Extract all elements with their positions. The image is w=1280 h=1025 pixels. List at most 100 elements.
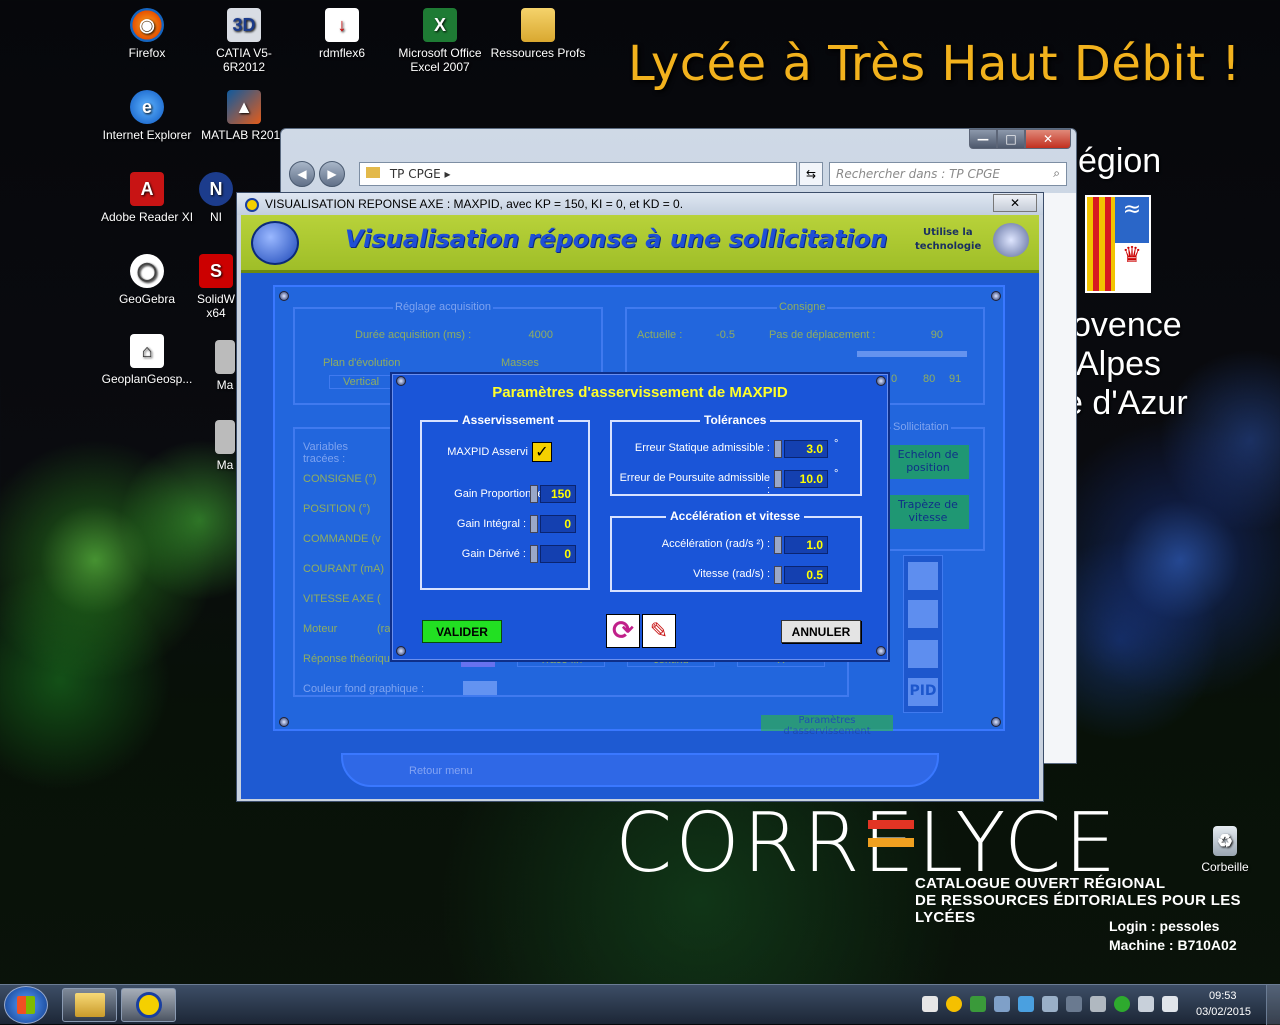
desktop-icon-ni[interactable]: N NI xyxy=(196,172,236,224)
network-icon[interactable] xyxy=(1042,996,1058,1012)
erreur-statique-field[interactable]: 3.0 xyxy=(784,440,828,458)
search-icon: ⌕ xyxy=(1053,166,1060,180)
header-title: Visualisation réponse à une sollicitatio… xyxy=(345,225,888,253)
grid-tool-icon[interactable] xyxy=(908,562,938,590)
consigne-title: Consigne xyxy=(777,301,828,313)
rivet xyxy=(991,717,1001,727)
maxpid-asservi-checkbox[interactable]: ✓ xyxy=(532,442,552,462)
pid-parameters-dialog[interactable]: Paramètres d'asservissement de MAXPID As… xyxy=(390,372,890,662)
language-icon[interactable] xyxy=(922,996,938,1012)
excel-icon: X xyxy=(423,8,457,42)
clock-time[interactable]: 09:53 xyxy=(1209,990,1237,1002)
wallpaper-slogan: Lycée à Très Haut Débit ! xyxy=(628,36,1241,92)
desktop-icon-matlab[interactable]: ▲ MATLAB R2012 xyxy=(196,90,292,142)
maximize-button[interactable]: □ xyxy=(997,129,1025,149)
ki-stepper[interactable] xyxy=(530,515,538,533)
show-desktop-button[interactable] xyxy=(1266,985,1280,1025)
close-button[interactable]: ✕ xyxy=(1025,129,1071,149)
monitor-icon[interactable] xyxy=(1066,996,1082,1012)
vitesse-field[interactable]: 0.5 xyxy=(784,566,828,584)
desktop-icon-label: Adobe Reader XI xyxy=(100,210,194,224)
acceleration-stepper[interactable] xyxy=(774,536,782,554)
couleur-swatch[interactable] xyxy=(463,681,497,695)
desktop-icon-adobe[interactable]: A Adobe Reader XI xyxy=(99,172,195,224)
parametres-button[interactable]: Paramètres d'asservissement xyxy=(761,715,893,737)
desktop-icon-catia[interactable]: 3D CATIA V5-6R2012 xyxy=(196,8,292,74)
refresh-button[interactable]: ⇆ xyxy=(799,162,823,186)
erreur-statique-label: Erreur Statique admissible : xyxy=(634,442,770,454)
taskbar-maxpid-button[interactable] xyxy=(121,988,176,1022)
acceleration-field[interactable]: 1.0 xyxy=(784,536,828,554)
address-bar[interactable]: TP CPGE ▸ xyxy=(359,162,797,186)
ki-field[interactable]: 0 xyxy=(540,515,576,533)
erreur-poursuite-stepper[interactable] xyxy=(774,470,782,488)
kp-stepper[interactable] xyxy=(530,485,538,503)
clock-date[interactable]: 03/02/2015 xyxy=(1196,1006,1251,1018)
duree-value[interactable]: 4000 xyxy=(513,329,553,341)
vitesse-label: Vitesse (rad/s) : xyxy=(693,568,770,580)
sun-icon[interactable] xyxy=(946,996,962,1012)
desktop-icon-corbeille[interactable]: ♻ Corbeille xyxy=(1177,826,1273,874)
rdm-icon: ↓ xyxy=(325,8,359,42)
shield-icon[interactable] xyxy=(970,996,986,1012)
minimize-button[interactable]: — xyxy=(969,129,997,149)
desktop-icon-firefox[interactable]: ◉ Firefox xyxy=(99,8,195,60)
print-icon: ✎ xyxy=(649,618,669,644)
kp-field[interactable]: 150 xyxy=(540,485,576,503)
close-button[interactable]: ✕ xyxy=(993,194,1037,212)
desktop-icon-ressources-profs[interactable]: Ressources Profs xyxy=(490,8,586,60)
header-band: Visualisation réponse à une sollicitatio… xyxy=(241,215,1039,273)
retour-button[interactable]: Retour menu xyxy=(409,765,473,777)
page-tool-icon[interactable] xyxy=(908,600,938,628)
login-text: Login : pessoles xyxy=(1109,918,1220,934)
update-icon[interactable] xyxy=(1114,996,1130,1012)
erreur-poursuite-field[interactable]: 10.0 xyxy=(784,470,828,488)
start-button[interactable] xyxy=(4,986,48,1024)
echelon-button[interactable]: Echelon de position xyxy=(887,445,969,479)
dolphin-icon: ≈ xyxy=(1115,197,1149,245)
kd-stepper[interactable] xyxy=(530,545,538,563)
masse-label: Masses xyxy=(501,357,539,369)
volume-icon[interactable] xyxy=(1138,996,1154,1012)
back-button[interactable]: ◀ xyxy=(289,161,315,187)
desktop-icon-label: Firefox xyxy=(128,46,166,60)
region-line-1: égion xyxy=(1078,142,1162,180)
globe-icon xyxy=(251,221,299,265)
wave-icon[interactable] xyxy=(1018,996,1034,1012)
usb-icon[interactable] xyxy=(1090,996,1106,1012)
flag-icon[interactable] xyxy=(1162,996,1178,1012)
kd-field[interactable]: 0 xyxy=(540,545,576,563)
desktop-icon-ie[interactable]: e Internet Explorer xyxy=(99,90,195,142)
desktop-icon-geogebra[interactable]: ◯ GeoGebra xyxy=(99,254,195,306)
tech-line-1: Utilise la xyxy=(923,227,973,238)
pid-button[interactable]: PID xyxy=(908,678,938,706)
taskbar-explorer-button[interactable] xyxy=(62,988,117,1022)
var-courant: COURANT (mA) xyxy=(303,563,385,575)
dialog-title: Paramètres d'asservissement de MAXPID xyxy=(492,384,788,401)
correlyce-bar xyxy=(868,820,914,829)
trapeze-button[interactable]: Trapèze de vitesse xyxy=(887,495,969,529)
diamond-tool-icon[interactable] xyxy=(908,640,938,668)
plan-select[interactable]: Vertical xyxy=(329,375,393,389)
annuler-button[interactable]: ANNULER xyxy=(781,620,861,643)
pas-value[interactable]: 90 xyxy=(907,329,943,341)
forward-button[interactable]: ▶ xyxy=(319,161,345,187)
consigne-slider[interactable] xyxy=(857,351,967,357)
kd-label: Gain Dérivé : xyxy=(461,548,526,560)
region-line-2: ovence xyxy=(1072,306,1182,344)
desktop-icon-solidworks[interactable]: S SolidW x64 xyxy=(196,254,236,320)
desktop-icon-geoplan[interactable]: ⌂ GeoplanGeosp... xyxy=(99,334,195,386)
valider-button[interactable]: VALIDER xyxy=(422,620,502,643)
network-tool-icon[interactable] xyxy=(994,996,1010,1012)
print-icon-button[interactable]: ✎ xyxy=(642,614,676,648)
folder-icon xyxy=(366,167,380,178)
firefox-icon: ◉ xyxy=(130,8,164,42)
erreur-statique-stepper[interactable] xyxy=(774,440,782,458)
desktop-icon-rdmflex6[interactable]: ↓ rdmflex6 xyxy=(294,8,390,60)
desktop-icon-excel[interactable]: X Microsoft Office Excel 2007 xyxy=(392,8,488,74)
vitesse-stepper[interactable] xyxy=(774,566,782,584)
search-input[interactable]: Rechercher dans : TP CPGE ⌕ xyxy=(829,162,1067,186)
acceleration-group: Accélération et vitesse Accélération (ra… xyxy=(610,509,862,592)
scale-value: 0 xyxy=(891,373,898,385)
refresh-icon-button[interactable]: ⟳ xyxy=(606,614,640,648)
